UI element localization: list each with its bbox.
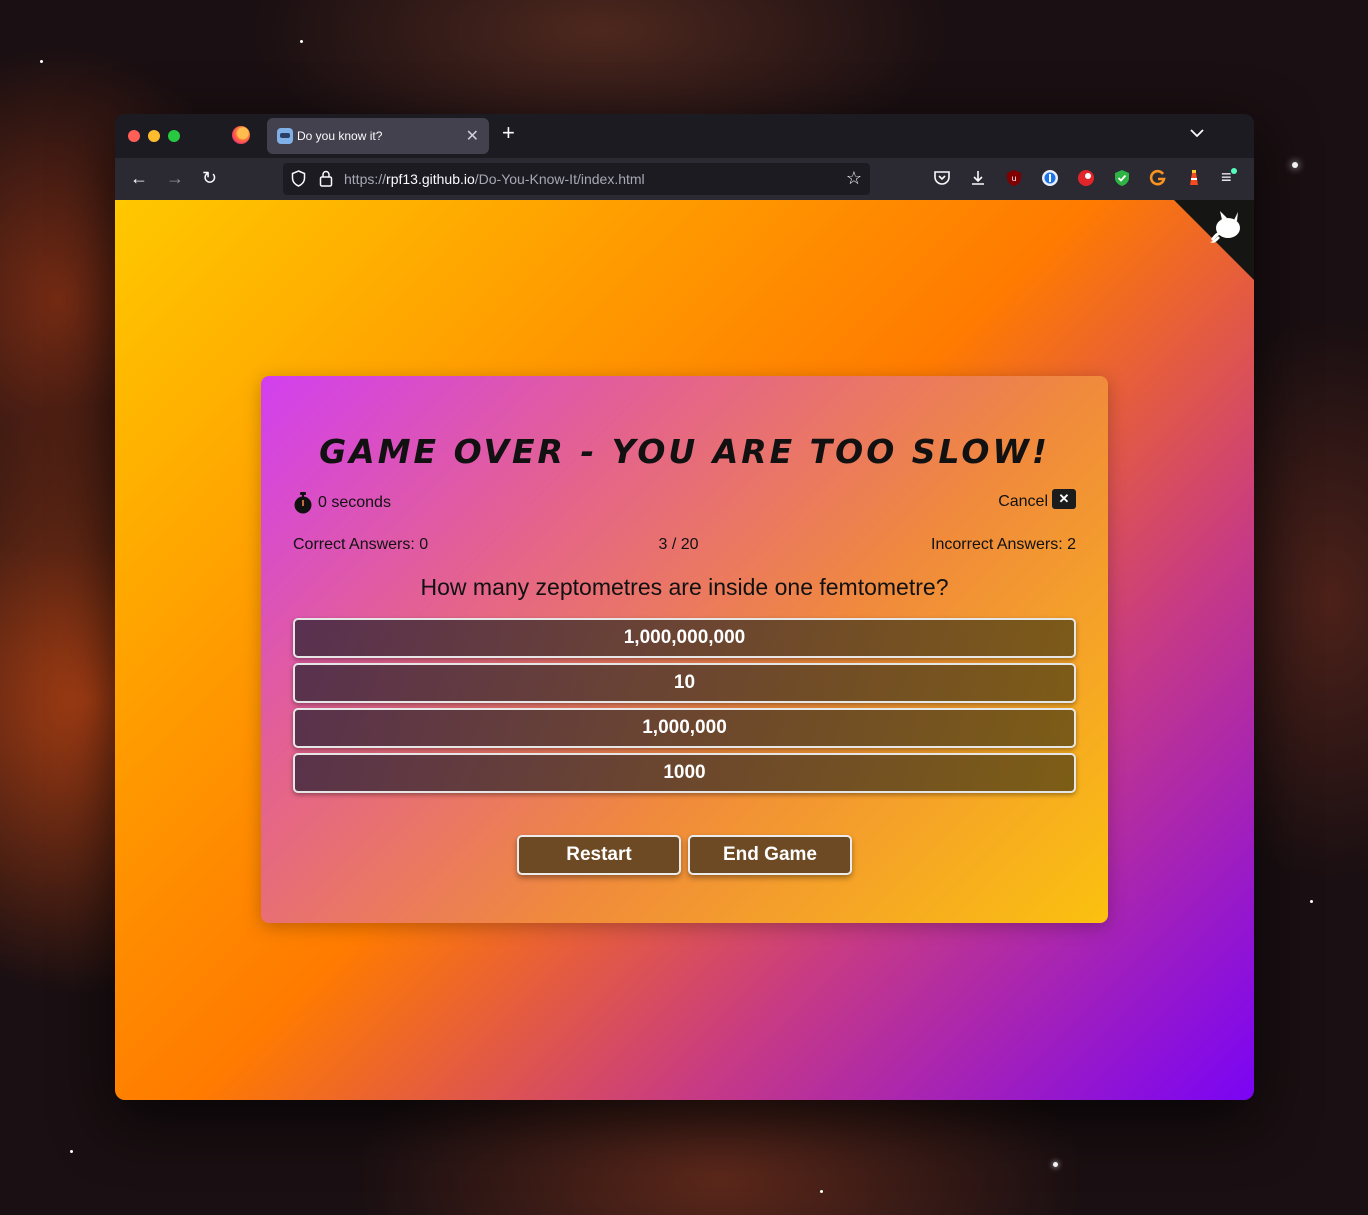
cancel-label: Cancel (998, 493, 1048, 510)
answer-list: 1,000,000,000 10 1,000,000 1000 (293, 618, 1076, 798)
url-path: /Do-You-Know-It/index.html (474, 171, 645, 187)
chicken-extension-icon[interactable] (1077, 169, 1095, 187)
answer-option-3[interactable]: 1,000,000 (293, 708, 1076, 748)
minimize-window-button[interactable] (148, 130, 160, 142)
update-dot-badge (1231, 168, 1237, 174)
incorrect-answers-count: Incorrect Answers: 2 (931, 536, 1076, 553)
end-game-button[interactable]: End Game (688, 835, 852, 875)
quiz-card: Game Over - You are too slow! 0 seconds … (261, 376, 1108, 923)
tab-close-icon[interactable]: ✕ (466, 126, 479, 146)
tab-bar: Do you know it? ✕ + (115, 114, 1254, 158)
star (1310, 900, 1313, 903)
forward-arrow-icon[interactable]: → (166, 168, 184, 188)
url-bar[interactable]: https://rpf13.github.io/Do-You-Know-It/i… (283, 163, 870, 195)
star (40, 60, 43, 63)
new-tab-button[interactable]: + (502, 122, 515, 144)
star (1292, 162, 1298, 168)
lighthouse-extension-icon[interactable] (1185, 169, 1203, 187)
cancel-button[interactable]: Cancel ✕ (998, 489, 1076, 512)
timer: 0 seconds (293, 492, 391, 514)
question-text: How many zeptometres are inside one femt… (420, 574, 949, 600)
svg-text:u: u (1011, 174, 1016, 183)
close-window-button[interactable] (128, 130, 140, 142)
tracking-shield-icon[interactable] (291, 170, 306, 187)
robot-favicon-icon (277, 128, 293, 144)
answer-option-2[interactable]: 10 (293, 663, 1076, 703)
game-title: Game Over - You are too slow! (319, 432, 1050, 471)
close-icon[interactable]: ✕ (1052, 489, 1076, 509)
url-scheme: https:// (344, 171, 387, 187)
star (1053, 1162, 1058, 1167)
reload-icon[interactable]: ↻ (202, 168, 217, 188)
browser-window: Do you know it? ✕ + ← → ↻ https://rpf13.… (115, 114, 1254, 1100)
github-corner-octocat-icon[interactable] (1174, 200, 1254, 280)
tab-title: Do you know it? (297, 129, 383, 143)
tab-list-chevron-icon[interactable] (1190, 125, 1204, 141)
stopwatch-icon (294, 492, 312, 514)
timer-text: 0 seconds (318, 494, 391, 511)
downloads-icon[interactable] (969, 169, 987, 187)
firefox-icon (232, 126, 250, 144)
answer-option-1[interactable]: 1,000,000,000 (293, 618, 1076, 658)
answer-option-4[interactable]: 1000 (293, 753, 1076, 793)
page-viewport: Game Over - You are too slow! 0 seconds … (115, 200, 1254, 1100)
star (820, 1190, 823, 1193)
grammarly-g-extension-icon[interactable] (1149, 169, 1167, 187)
back-arrow-icon[interactable]: ← (130, 168, 148, 188)
pocket-icon[interactable] (933, 169, 951, 187)
shield-check-extension-icon[interactable] (1113, 169, 1131, 187)
tab-active[interactable]: Do you know it? ✕ (267, 118, 489, 154)
bookmark-star-icon[interactable]: ☆ (846, 168, 862, 189)
star (300, 40, 303, 43)
star (70, 1150, 73, 1153)
navigation-bar: ← → ↻ https://rpf13.github.io/Do-You-Kno… (115, 158, 1254, 200)
1password-extension-icon[interactable] (1041, 169, 1059, 187)
restart-button[interactable]: Restart (517, 835, 681, 875)
url-text[interactable]: https://rpf13.github.io/Do-You-Know-It/i… (344, 171, 645, 187)
lock-icon[interactable] (319, 170, 333, 187)
ublock-extension-icon[interactable]: u (1005, 169, 1023, 187)
maximize-window-button[interactable] (168, 130, 180, 142)
url-host: rpf13.github.io (386, 171, 475, 187)
